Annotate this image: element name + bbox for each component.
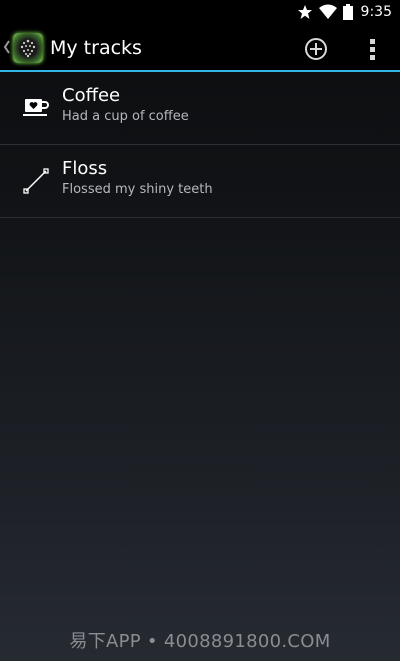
- page-title: My tracks: [50, 37, 142, 59]
- app-icon[interactable]: [13, 33, 43, 63]
- status-icons: 9:35: [297, 0, 392, 24]
- list-item-floss[interactable]: Floss Flossed my shiny teeth: [0, 145, 400, 218]
- status-time: 9:35: [360, 4, 392, 20]
- track-subtitle: Had a cup of coffee: [62, 109, 189, 124]
- up-navigation-icon[interactable]: [3, 37, 11, 57]
- floss-line-icon: [22, 167, 50, 195]
- overflow-menu-button[interactable]: [362, 36, 382, 62]
- coffee-cup-icon: [22, 94, 50, 122]
- track-title: Floss: [62, 158, 108, 179]
- track-subtitle: Flossed my shiny teeth: [62, 182, 213, 197]
- wifi-icon: [318, 4, 337, 20]
- battery-icon: [342, 4, 353, 20]
- status-bar: 9:35: [0, 0, 400, 24]
- list-item-coffee[interactable]: Coffee Had a cup of coffee: [0, 72, 400, 145]
- overflow-menu-icon: [370, 39, 375, 60]
- track-list: Coffee Had a cup of coffee Floss Flossed…: [0, 72, 400, 218]
- add-track-button[interactable]: [303, 36, 329, 62]
- add-icon: [305, 38, 327, 60]
- track-title: Coffee: [62, 85, 121, 106]
- star-icon: [297, 4, 313, 20]
- watermark-text: 易下APP • 4008891800.COM: [69, 631, 331, 652]
